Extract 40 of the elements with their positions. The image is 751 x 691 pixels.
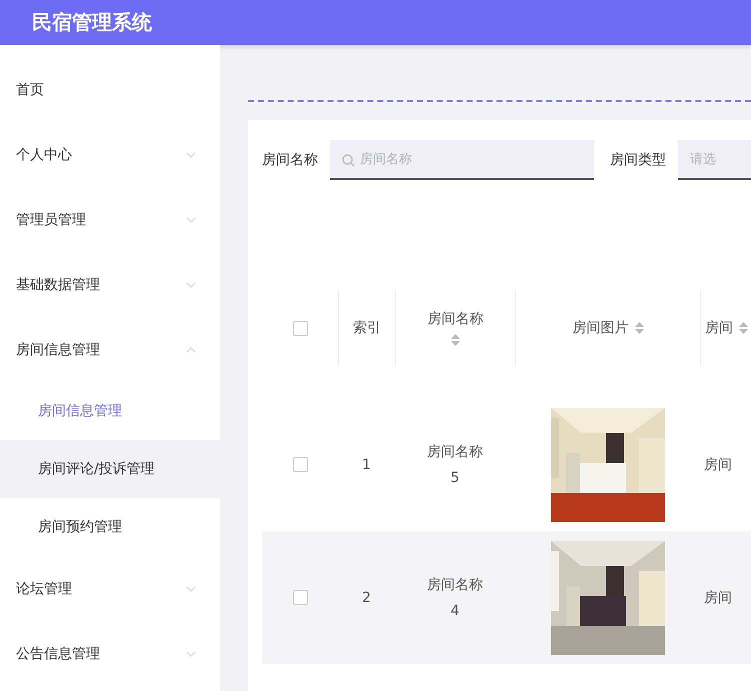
chevron-icon bbox=[186, 216, 196, 222]
table-cell-text: 5 bbox=[450, 468, 460, 488]
chevron-icon bbox=[186, 152, 196, 158]
select-field[interactable]: 请选 bbox=[678, 140, 751, 180]
column-header: 房间名称 bbox=[428, 310, 484, 328]
sort-icon[interactable] bbox=[739, 322, 748, 334]
table-cell-text: 房间 bbox=[704, 588, 732, 608]
field-label: 房间类型 bbox=[610, 151, 666, 169]
sort-icon[interactable] bbox=[451, 334, 460, 346]
column-header: 房间 bbox=[705, 319, 733, 337]
chevron-icon bbox=[186, 282, 196, 288]
sidebar-item[interactable]: 基础数据管理 bbox=[0, 252, 220, 317]
sort-icon[interactable] bbox=[634, 322, 644, 334]
sidebar-item[interactable]: 论坛管理 bbox=[0, 556, 220, 621]
column-header: 房间图片 bbox=[572, 319, 628, 337]
checkbox[interactable] bbox=[292, 457, 308, 472]
sidebar-item[interactable]: 管理员管理 bbox=[0, 187, 220, 252]
app-title: 民宿管理系统 bbox=[32, 9, 152, 36]
search-icon bbox=[342, 154, 355, 167]
checkbox[interactable] bbox=[292, 590, 308, 605]
table-cell-text: 1 bbox=[362, 456, 371, 474]
table-cell-text: 4 bbox=[450, 602, 460, 620]
table-cell-text: 房间名称 bbox=[427, 442, 483, 462]
sidebar-item[interactable]: 首页 bbox=[0, 57, 220, 122]
table-cell-text: 房间名称 bbox=[427, 576, 483, 594]
field-label: 房间名称 bbox=[262, 151, 318, 169]
search-field[interactable]: 房间名称 bbox=[330, 140, 594, 180]
checkbox[interactable] bbox=[292, 320, 308, 336]
chevron-icon bbox=[186, 650, 196, 656]
sidebar-subitem[interactable]: 房间信息管理 bbox=[0, 382, 220, 440]
sidebar-item[interactable]: 公告信息管理 bbox=[0, 621, 220, 686]
sidebar-subitem[interactable]: 房间预约管理 bbox=[0, 498, 220, 556]
sidebar-item[interactable]: 房间信息管理 bbox=[0, 317, 220, 382]
sidebar-item[interactable]: 个人中心 bbox=[0, 122, 220, 187]
column-header: 索引 bbox=[353, 319, 381, 337]
chevron-icon bbox=[186, 346, 196, 352]
sidebar-subitem[interactable]: 房间评论/投诉管理 bbox=[0, 440, 220, 498]
table-cell-text: 房间 bbox=[704, 456, 732, 474]
chevron-icon bbox=[186, 586, 196, 592]
table-cell-text: 2 bbox=[362, 588, 371, 608]
